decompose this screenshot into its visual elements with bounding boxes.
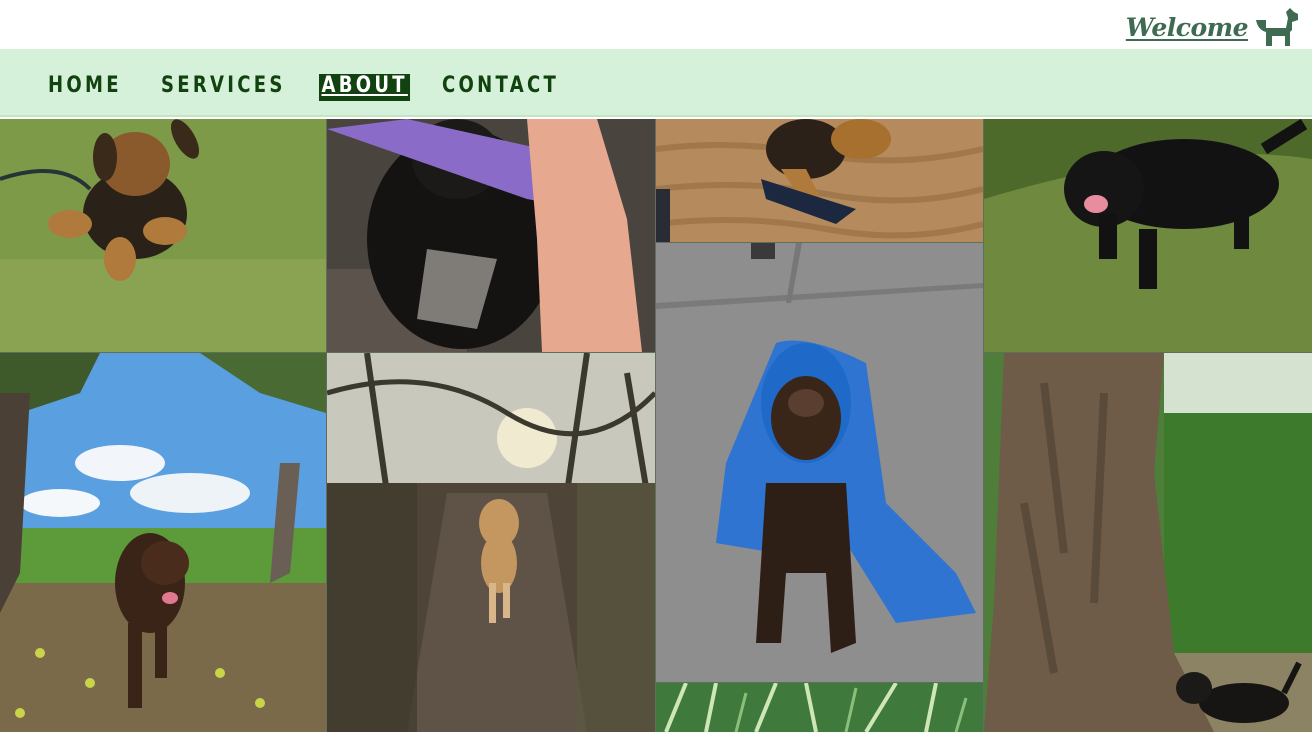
photo-gallery xyxy=(0,119,1312,732)
photo-black-labrador-grass xyxy=(984,119,1312,352)
nav-contact[interactable]: CONTACT xyxy=(442,75,559,97)
nav-services[interactable]: SERVICES xyxy=(161,75,286,97)
photo-tan-dog-woodland-path xyxy=(327,353,655,732)
welcome-label: Welcome xyxy=(1125,12,1249,42)
main-navigation: HOME SERVICES ABOUT CONTACT xyxy=(0,49,1312,117)
welcome-link[interactable]: Welcome xyxy=(1126,6,1300,48)
photo-terrier-puppy-grass xyxy=(0,119,326,352)
nav-home[interactable]: HOME xyxy=(48,75,122,97)
top-bar: Welcome xyxy=(0,0,1312,49)
photo-dachshund-by-tree xyxy=(984,353,1312,732)
dog-icon xyxy=(1256,8,1298,46)
photo-spaniel-blue-towel xyxy=(656,243,983,682)
photo-terrier-beach-sand xyxy=(656,119,983,242)
photo-brown-spaniel-orchard xyxy=(0,353,326,732)
nav-about[interactable]: ABOUT xyxy=(319,74,411,101)
photo-willow-leaves xyxy=(656,683,983,732)
photo-black-dog-purple-toy xyxy=(327,119,655,352)
